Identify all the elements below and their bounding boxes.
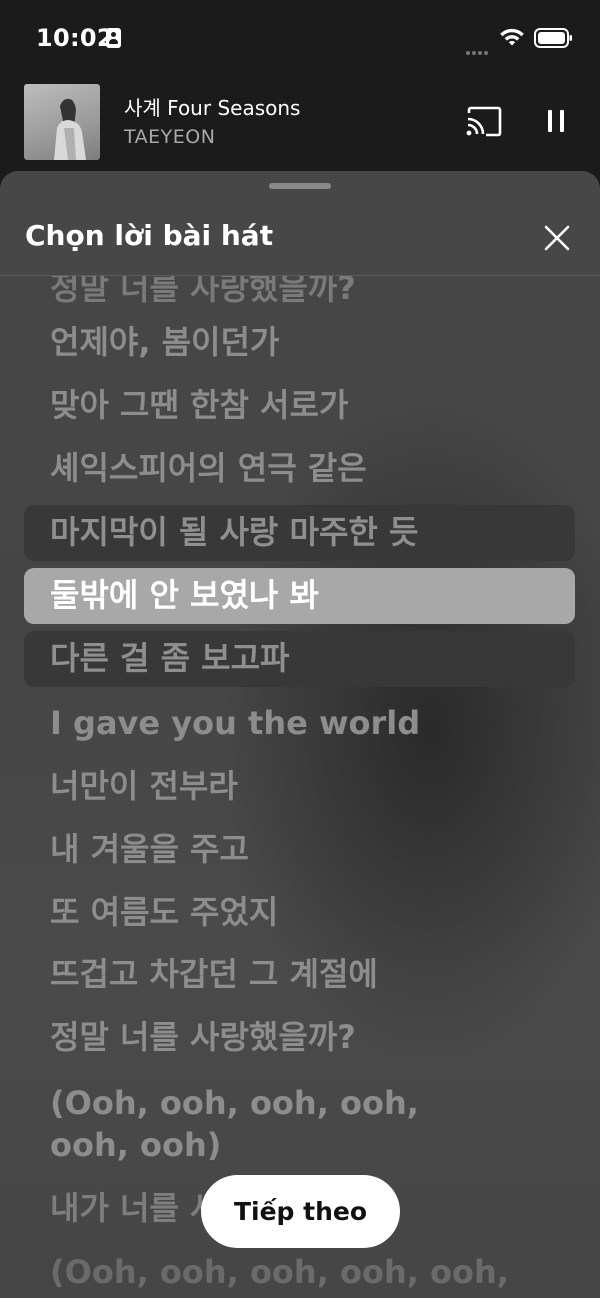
sheet-title: Chọn lời bài hát (25, 219, 274, 252)
status-bar: 10:02 (0, 0, 600, 78)
portrait-lock-icon (106, 28, 121, 48)
sheet-header: Chọn lời bài hát (0, 201, 600, 276)
cast-icon[interactable] (464, 106, 504, 140)
lyric-line[interactable]: 셰익스피어의 연극 같은 (50, 447, 530, 489)
battery-icon (534, 28, 572, 48)
lyric-line[interactable]: I gave you the world (50, 702, 530, 744)
lyric-line[interactable]: 또 여름도 주었지 (50, 891, 530, 933)
lyrics-list[interactable]: 정말 너를 사랑했을까? 언제야, 봄이던가 맞아 그땐 한참 서로가 셰익스피… (0, 171, 600, 1298)
pause-icon[interactable] (544, 108, 568, 136)
lyric-line[interactable]: 정말 너를 사랑했을까? (50, 1016, 530, 1058)
next-button[interactable]: Tiếp theo (201, 1175, 400, 1248)
close-icon[interactable] (540, 221, 574, 255)
lyric-line[interactable]: 뜨겁고 차갑던 그 계절에 (50, 953, 530, 995)
signal-dots-icon (466, 40, 490, 59)
lyric-line-selected[interactable]: 둘밖에 안 보였나 봐 (50, 574, 530, 616)
lyric-line[interactable]: 언제야, 봄이던가 (50, 321, 530, 363)
lyric-line[interactable]: 내 겨울을 주고 (50, 828, 530, 870)
lyric-line[interactable]: (Ooh, ooh, ooh, ooh, ooh, (50, 1251, 530, 1293)
lyric-line[interactable]: 다른 걸 좀 보고파 (50, 637, 530, 679)
lyric-line[interactable]: 너만이 전부라 (50, 765, 530, 807)
lyric-line[interactable]: 맞아 그땐 한참 서로가 (50, 384, 530, 426)
grab-handle[interactable] (269, 183, 331, 189)
status-time: 10:02 (36, 24, 114, 52)
mini-player[interactable]: 사계 Four Seasons TAEYEON (0, 78, 600, 174)
wifi-icon (500, 28, 524, 46)
lyrics-sheet: 정말 너를 사랑했을까? 언제야, 봄이던가 맞아 그땐 한참 서로가 셰익스피… (0, 171, 600, 1298)
track-title: 사계 Four Seasons (124, 96, 301, 120)
lyric-line[interactable]: (Ooh, ooh, ooh, ooh, ooh, ooh) (50, 1082, 490, 1166)
lyric-line[interactable]: 마지막이 될 사랑 마주한 듯 (50, 511, 530, 553)
screen: 10:02 사계 Four Seasons TAEYEON 정말 너를 사랑했을… (0, 0, 600, 1298)
track-artist: TAEYEON (124, 126, 216, 148)
album-art (24, 84, 100, 160)
